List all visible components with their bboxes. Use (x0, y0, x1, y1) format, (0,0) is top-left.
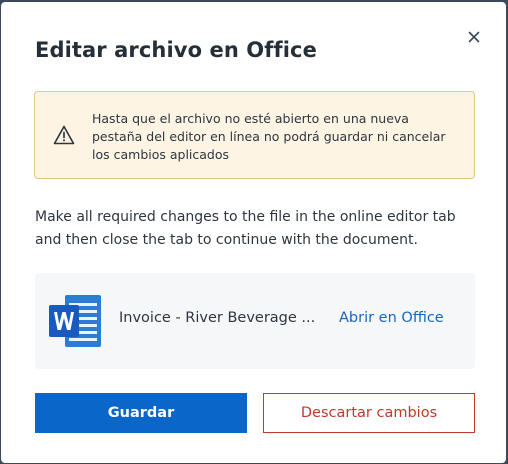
close-icon (468, 31, 480, 43)
dialog-title: Editar archivo en Office (35, 38, 317, 62)
warning-banner: Hasta que el archivo no esté abierto en … (34, 91, 475, 179)
open-in-office-link[interactable]: Abrir en Office (339, 310, 444, 326)
dialog-description: Make all required changes to the file in… (35, 209, 456, 248)
close-button[interactable] (463, 26, 485, 48)
edit-in-office-dialog: Editar archivo en Office Hasta que el ar… (1, 2, 506, 463)
file-card: Invoice - River Beverage ... Abrir en Of… (35, 273, 475, 369)
save-button[interactable]: Guardar (35, 393, 247, 433)
word-document-icon (49, 295, 101, 347)
file-name: Invoice - River Beverage ... (119, 310, 316, 326)
warning-triangle-icon (53, 125, 75, 145)
warning-text: Hasta que el archivo no esté abierto en … (92, 111, 446, 162)
discard-changes-button[interactable]: Descartar cambios (263, 393, 475, 433)
